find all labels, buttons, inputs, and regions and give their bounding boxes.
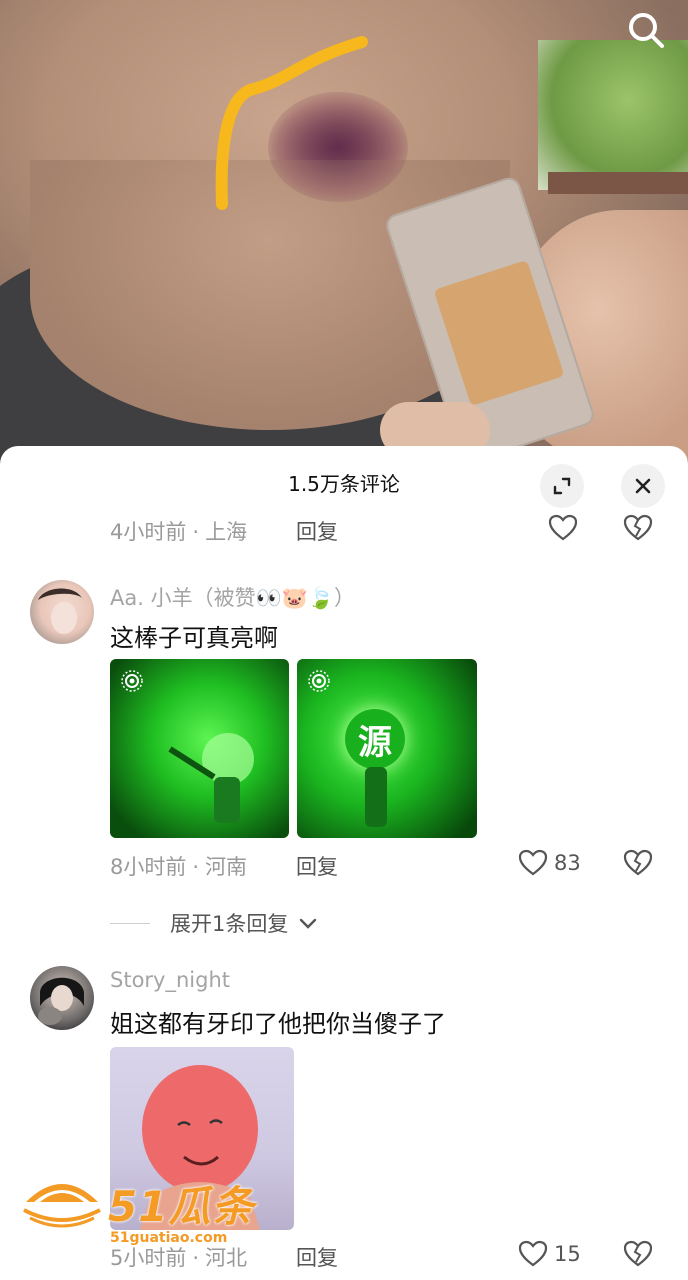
- avatar[interactable]: [30, 580, 94, 644]
- comment-location: 河北: [205, 1246, 248, 1270]
- reply-button[interactable]: 回复: [296, 851, 338, 881]
- comment-meta: 8小时前 · 河南: [110, 855, 248, 879]
- avatar[interactable]: [30, 966, 94, 1030]
- watermark-url: 51guatiao.com: [110, 1230, 228, 1246]
- comment-time: 5小时前: [110, 1246, 187, 1270]
- comment-meta: 5小时前 · 河北: [110, 1246, 248, 1270]
- expand-replies-label: 展开1条回复: [170, 912, 289, 936]
- comment-time: 4小时前: [110, 520, 187, 544]
- comment-sheet: 1.5万条评论 4小时前 · 上海 回复 Aa. 小羊（被赞👀🐷🍃） 这棒子可真…: [0, 446, 688, 1280]
- like-count: 83: [554, 851, 581, 875]
- heart-icon: [518, 849, 548, 876]
- comment-time: 8小时前: [110, 855, 187, 879]
- expand-button[interactable]: [540, 464, 584, 508]
- broken-heart-icon: [623, 514, 653, 541]
- broken-heart-icon: [623, 1240, 653, 1267]
- live-badge-icon: [308, 670, 330, 692]
- comment-text: 姐这都有牙印了他把你当傻子了: [110, 1010, 446, 1038]
- username[interactable]: Aa. 小羊（被赞👀🐷🍃）: [110, 582, 355, 612]
- like-button[interactable]: [548, 514, 578, 542]
- comment-image[interactable]: [110, 659, 289, 838]
- watermelon-logo-icon: [23, 1184, 101, 1228]
- close-icon: [635, 478, 651, 494]
- search-button[interactable]: [624, 8, 668, 52]
- comment-count-title: 1.5万条评论: [288, 472, 400, 496]
- divider: [110, 922, 150, 924]
- chevron-down-icon: [300, 918, 317, 929]
- dislike-button[interactable]: [623, 514, 653, 542]
- dislike-button[interactable]: [623, 1240, 653, 1268]
- lightstick-label: 源: [345, 709, 405, 769]
- username[interactable]: Story_night: [110, 968, 230, 992]
- watermark-brand: 51瓜条: [108, 1182, 255, 1231]
- watermark: 51瓜条 51guatiao.com: [22, 1172, 255, 1246]
- like-button[interactable]: 83: [518, 849, 581, 877]
- heart-icon: [518, 1240, 548, 1267]
- comment-text: 这棒子可真亮啊: [110, 624, 278, 652]
- dislike-button[interactable]: [623, 849, 653, 877]
- expand-replies-button[interactable]: 展开1条回复: [110, 908, 318, 938]
- post-photo[interactable]: [0, 0, 688, 470]
- comment-image[interactable]: 源: [297, 659, 477, 838]
- expand-icon: [553, 477, 571, 495]
- like-button[interactable]: 15: [518, 1240, 581, 1268]
- comment-meta: 4小时前 · 上海: [110, 520, 248, 544]
- heart-icon: [548, 514, 578, 541]
- live-badge-icon: [121, 670, 143, 692]
- comment-location: 河南: [205, 855, 248, 879]
- reply-button[interactable]: 回复: [296, 516, 338, 546]
- comment-location: 上海: [205, 520, 248, 544]
- broken-heart-icon: [623, 849, 653, 876]
- search-icon: [629, 13, 664, 48]
- like-count: 15: [554, 1242, 581, 1266]
- close-button[interactable]: [621, 464, 665, 508]
- reply-button[interactable]: 回复: [296, 1242, 338, 1272]
- highlighter-mark: [215, 36, 368, 210]
